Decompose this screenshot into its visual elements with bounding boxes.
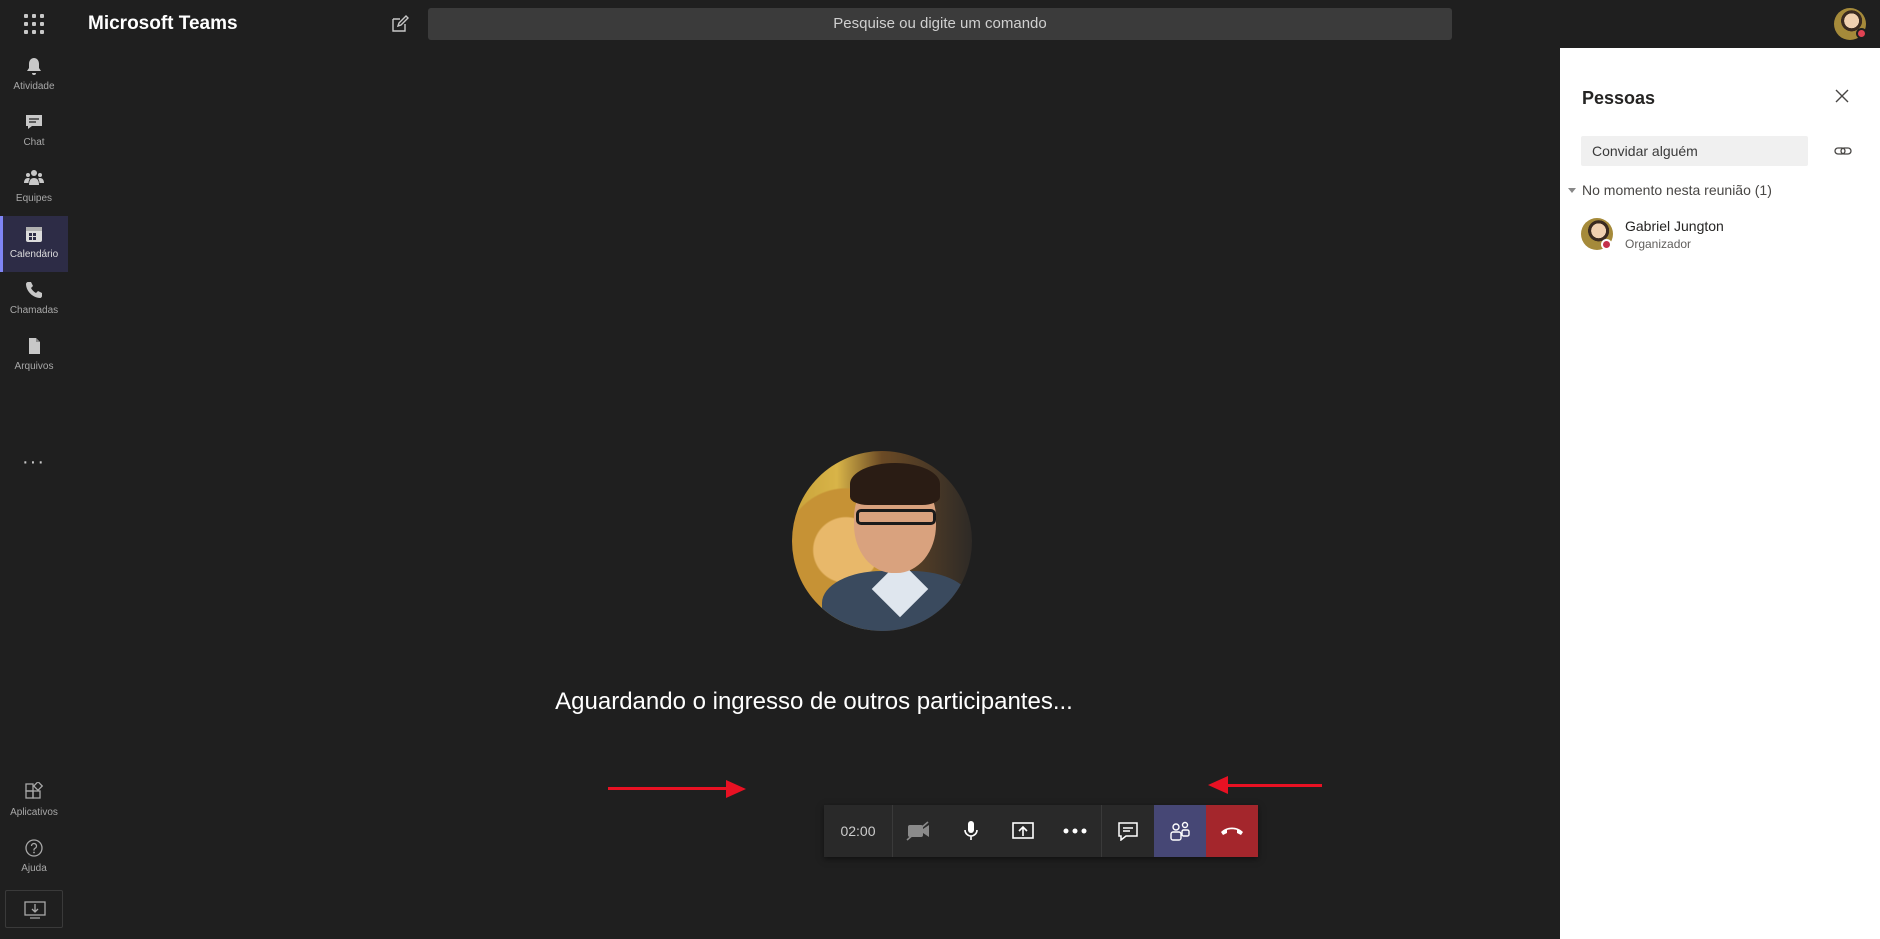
rail-label: Atividade: [13, 81, 55, 92]
participants-icon: [1170, 821, 1190, 841]
hang-up-button[interactable]: [1206, 805, 1258, 857]
rail-item-ajuda[interactable]: Ajuda: [0, 830, 68, 886]
status-badge: [1601, 239, 1612, 250]
rail-label: Ajuda: [21, 863, 47, 874]
rail-label: Arquivos: [14, 361, 54, 372]
people-panel: Pessoas Convidar alguém No momento nesta…: [1560, 48, 1880, 939]
call-controls: 02:00: [824, 805, 1258, 857]
chevron-down-icon[interactable]: [1568, 188, 1576, 193]
rail-item-chat[interactable]: Chat: [0, 104, 68, 160]
annotation-arrow-left: [608, 787, 740, 790]
app-launcher-icon[interactable]: [22, 12, 46, 36]
arrowhead-right-icon: [726, 780, 746, 798]
teams-icon: [24, 170, 44, 185]
annotation-arrow-right: [1222, 784, 1322, 787]
calendar-icon: [26, 227, 42, 242]
section-header[interactable]: No momento nesta reunião (1): [1582, 182, 1772, 198]
file-icon: [29, 338, 40, 354]
share-screen-button[interactable]: [997, 805, 1049, 857]
app-title: Microsoft Teams: [88, 13, 238, 34]
new-chat-icon[interactable]: [390, 14, 410, 34]
rail-label: Chamadas: [9, 305, 59, 316]
close-icon[interactable]: [1834, 88, 1850, 104]
rail-label: Equipes: [15, 193, 53, 204]
share-screen-icon: [1012, 822, 1034, 839]
camera-toggle-button[interactable]: [893, 805, 945, 857]
rail-item-aplicativos[interactable]: Aplicativos: [0, 774, 68, 830]
participant-role: Organizador: [1625, 237, 1692, 251]
bell-icon: [27, 58, 41, 75]
rail-item-atividade[interactable]: Atividade: [0, 48, 68, 104]
waiting-message: Aguardando o ingresso de outros particip…: [555, 688, 1073, 715]
show-chat-button[interactable]: [1101, 805, 1154, 857]
rail-label: Calendário: [9, 249, 59, 260]
rail-item-calendario[interactable]: Calendário: [0, 216, 68, 272]
help-icon: [25, 839, 43, 857]
apps-icon: [25, 782, 44, 799]
rail-item-equipes[interactable]: Equipes: [0, 160, 68, 216]
left-rail: Atividade Chat Equipes Calendário Chamad…: [0, 48, 68, 939]
more-actions-button[interactable]: [1049, 805, 1101, 857]
rail-label: Aplicativos: [10, 807, 58, 818]
chat-icon: [26, 115, 42, 129]
invite-input[interactable]: Convidar alguém: [1581, 136, 1808, 166]
participant-avatar: [792, 451, 972, 631]
mic-icon: [964, 821, 978, 840]
more-apps-icon[interactable]: ···: [22, 451, 45, 474]
download-icon: [24, 901, 46, 919]
show-participants-button[interactable]: [1154, 805, 1206, 857]
phone-icon: [26, 282, 42, 298]
meeting-stage: Aguardando o ingresso de outros particip…: [68, 48, 1560, 939]
rail-item-chamadas[interactable]: Chamadas: [0, 272, 68, 328]
camera-off-icon: [906, 821, 929, 841]
top-bar: Microsoft Teams Pesquise ou digite um co…: [0, 0, 1880, 48]
download-app-button[interactable]: [5, 890, 63, 928]
participant-name[interactable]: Gabriel Jungton: [1625, 218, 1724, 234]
rail-label: Chat: [23, 137, 45, 148]
mic-toggle-button[interactable]: [945, 805, 997, 857]
call-timer: 02:00: [824, 805, 893, 857]
panel-title: Pessoas: [1582, 88, 1656, 108]
more-icon: [1063, 828, 1087, 834]
hang-up-icon: [1221, 827, 1243, 835]
chat-icon: [1118, 822, 1138, 841]
status-badge: [1856, 28, 1867, 39]
share-link-icon[interactable]: [1834, 142, 1852, 160]
search-input[interactable]: Pesquise ou digite um comando: [428, 8, 1452, 40]
rail-item-arquivos[interactable]: Arquivos: [0, 328, 68, 384]
